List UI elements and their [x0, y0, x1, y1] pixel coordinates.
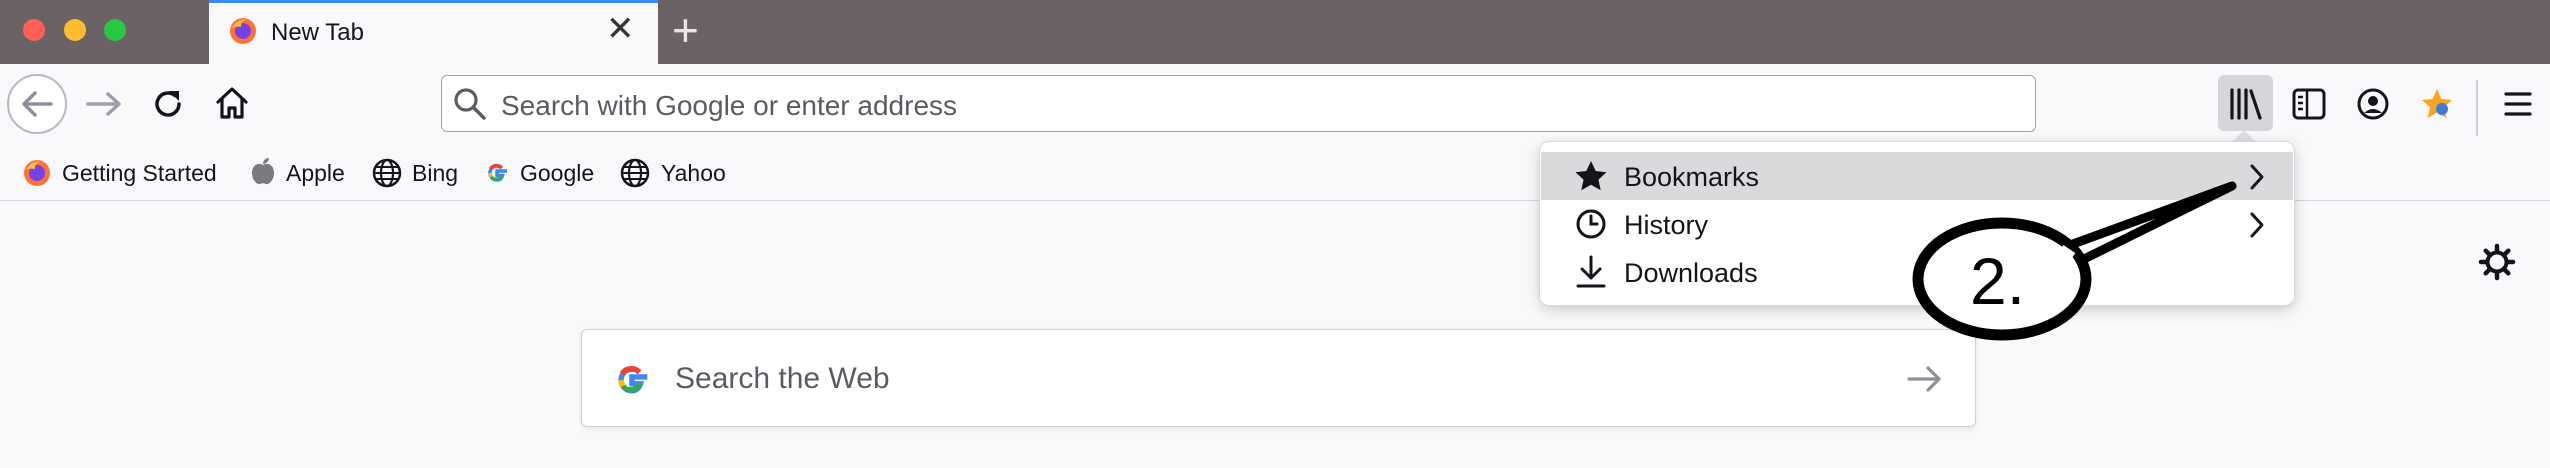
annotation-callout-label: 2. [1970, 244, 2026, 318]
annotation-callout [1912, 181, 2237, 341]
